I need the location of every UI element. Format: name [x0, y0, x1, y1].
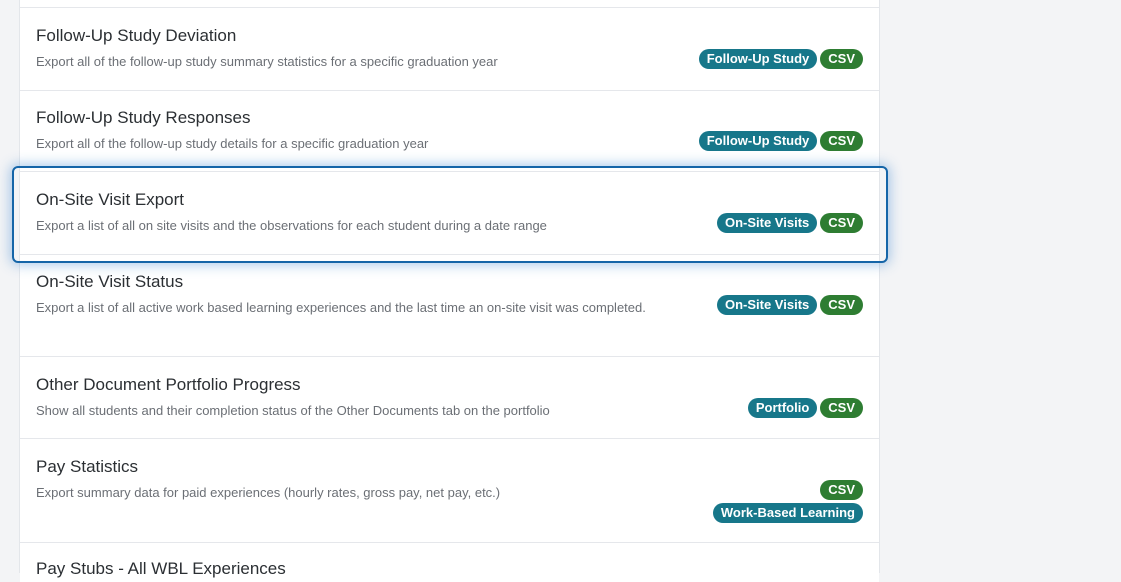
report-badges: Follow-Up Study CSV: [698, 131, 863, 151]
format-badge: CSV: [820, 131, 863, 151]
report-title: On-Site Visit Export: [36, 190, 185, 209]
report-title: On-Site Visit Status: [36, 272, 184, 291]
category-badge: On-Site Visits: [716, 213, 818, 233]
report-description: Show all students and their completion s…: [36, 403, 550, 418]
format-badge: CSV: [820, 295, 863, 315]
report-title: Pay Statistics: [36, 457, 139, 476]
format-badge: CSV: [820, 49, 863, 69]
report-title: Other Document Portfolio Progress: [36, 375, 301, 394]
report-badges: On-Site Visits CSV: [716, 213, 863, 233]
category-badge: Work-Based Learning: [712, 503, 863, 523]
report-description: Export a list of all active work based l…: [36, 300, 646, 315]
report-description: Export a list of all on site visits and …: [36, 218, 547, 233]
report-badges: CSV Work-Based Learning: [712, 480, 863, 523]
report-title: Pay Stubs - All WBL Experiences: [36, 559, 286, 578]
report-item-pay-stubs-all-wbl-experiences[interactable]: Pay Stubs - All WBL Experiences: [20, 542, 879, 582]
report-title: Follow-Up Study Deviation: [36, 26, 237, 45]
format-badge: CSV: [820, 213, 863, 233]
report-list: Follow-Up Study Deviation Export all of …: [19, 0, 880, 582]
report-item-on-site-visit-export[interactable]: On-Site Visit Export Export a list of al…: [20, 171, 879, 254]
report-badges: On-Site Visits CSV: [716, 295, 863, 315]
report-item-on-site-visit-status[interactable]: On-Site Visit Status Export a list of al…: [20, 254, 879, 356]
report-item-pay-statistics[interactable]: Pay Statistics Export summary data for p…: [20, 438, 879, 542]
report-item-follow-up-study-responses[interactable]: Follow-Up Study Responses Export all of …: [20, 90, 879, 171]
category-badge: Portfolio: [747, 398, 818, 418]
report-description: Export all of the follow-up study summar…: [36, 54, 498, 69]
format-badge: CSV: [820, 398, 863, 418]
report-item-other-document-portfolio-progress[interactable]: Other Document Portfolio Progress Show a…: [20, 356, 879, 438]
format-badge: CSV: [820, 480, 863, 500]
report-description: Export all of the follow-up study detail…: [36, 136, 429, 151]
report-item-follow-up-study-deviation[interactable]: Follow-Up Study Deviation Export all of …: [20, 7, 879, 90]
report-title: Follow-Up Study Responses: [36, 108, 251, 127]
category-badge: Follow-Up Study: [698, 131, 818, 151]
category-badge: On-Site Visits: [716, 295, 818, 315]
report-description: Export summary data for paid experiences…: [36, 485, 501, 500]
report-badges: Portfolio CSV: [747, 398, 863, 418]
report-badges: Follow-Up Study CSV: [698, 49, 863, 69]
category-badge: Follow-Up Study: [698, 49, 818, 69]
